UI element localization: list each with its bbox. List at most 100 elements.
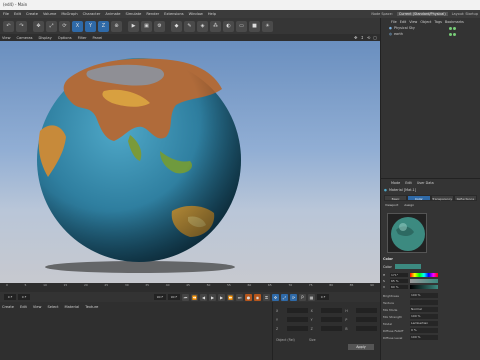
render-picture-viewer-icon[interactable]: ▣: [141, 20, 152, 32]
maximize-view-icon[interactable]: ▢: [373, 35, 377, 40]
position-key-icon[interactable]: ✥: [272, 293, 279, 301]
deformer-icon[interactable]: ◐: [223, 20, 234, 32]
diffuse-falloff-field[interactable]: 0 %: [410, 328, 438, 333]
rotate-view-icon[interactable]: ⟲: [367, 35, 370, 40]
scale-tool-icon[interactable]: ⤢: [46, 20, 57, 32]
am-menu-edit[interactable]: Edit: [405, 181, 412, 185]
value-slider[interactable]: [410, 285, 438, 289]
value-field[interactable]: 60 %: [390, 285, 408, 289]
menu-mograph[interactable]: MoGraph: [61, 10, 77, 18]
subdivision-icon[interactable]: ◈: [197, 20, 208, 32]
rotation-key-icon[interactable]: ⟳: [290, 293, 297, 301]
autokey-icon[interactable]: ◉: [254, 293, 261, 301]
move-view-icon[interactable]: ✥: [354, 35, 357, 40]
saturation-field[interactable]: 65 %: [390, 279, 408, 283]
mm-menu-edit[interactable]: Edit: [20, 305, 27, 309]
current-frame-field[interactable]: 0 F: [18, 294, 30, 300]
diffuse-level-field[interactable]: 100 %: [410, 335, 438, 340]
rotation-p-field[interactable]: [355, 317, 377, 322]
param-key-icon[interactable]: P: [299, 293, 306, 301]
axis-x-icon[interactable]: X: [72, 20, 83, 32]
mix-mode-dropdown[interactable]: Normal: [410, 307, 438, 312]
menu-animate[interactable]: Animate: [105, 10, 120, 18]
preview-end-field[interactable]: 90 F: [168, 294, 180, 300]
hue-slider[interactable]: [410, 273, 438, 277]
apply-button[interactable]: Apply: [348, 344, 374, 350]
rotate-tool-icon[interactable]: ⟳: [59, 20, 70, 32]
camera-icon[interactable]: ■: [249, 20, 260, 32]
scale-key-icon[interactable]: ⤢: [281, 293, 288, 301]
menu-window[interactable]: Window: [189, 10, 203, 18]
floor-icon[interactable]: ▭: [236, 20, 247, 32]
timeline-ruler[interactable]: 0 5 10 15 20 25 30 35 40 45 50 55 60 65 …: [0, 283, 380, 288]
coord-mode-dropdown[interactable]: Object (Rel): [276, 338, 306, 342]
pla-key-icon[interactable]: ▦: [308, 293, 315, 301]
3d-viewport[interactable]: [0, 41, 380, 283]
go-to-end-icon[interactable]: ⏭: [236, 293, 243, 301]
node-space-dropdown[interactable]: Current (Standard/Physical): [396, 12, 448, 16]
am-menu-userdata[interactable]: User Data: [417, 181, 434, 185]
start-frame-field[interactable]: 0 F: [4, 294, 16, 300]
go-to-start-icon[interactable]: ⏮: [182, 293, 189, 301]
model-dropdown[interactable]: Lambertian: [410, 321, 438, 326]
mm-menu-create[interactable]: Create: [2, 305, 14, 309]
tab-basic[interactable]: Basic: [384, 195, 408, 201]
position-y-field[interactable]: [286, 317, 308, 322]
pen-icon[interactable]: ✎: [184, 20, 195, 32]
keyframe-selection-icon[interactable]: ⚿: [263, 293, 270, 301]
menu-help[interactable]: Help: [208, 10, 216, 18]
viewport-menu-panel[interactable]: Panel: [93, 36, 103, 40]
om-menu-file[interactable]: File: [391, 20, 397, 24]
render-view-icon[interactable]: ▶: [128, 20, 139, 32]
subtab-assign[interactable]: Assign: [404, 203, 414, 207]
rotation-b-field[interactable]: [355, 326, 377, 331]
object-row-earth[interactable]: ◍ earth: [381, 31, 480, 37]
prev-key-icon[interactable]: ⏪: [191, 293, 198, 301]
position-x-field[interactable]: [286, 308, 308, 313]
am-menu-mode[interactable]: Mode: [391, 181, 400, 185]
array-icon[interactable]: ⁂: [210, 20, 221, 32]
menu-character[interactable]: Character: [83, 10, 101, 18]
viewport-menu-view[interactable]: View: [2, 36, 11, 40]
tab-reflectance[interactable]: Reflectance: [453, 195, 477, 201]
next-key-icon[interactable]: ⏩: [227, 293, 234, 301]
visibility-dots-icon[interactable]: [449, 32, 456, 36]
viewport-menu-cameras[interactable]: Cameras: [17, 36, 33, 40]
move-tool-icon[interactable]: ✥: [33, 20, 44, 32]
record-icon[interactable]: ●: [245, 293, 252, 301]
cube-icon[interactable]: ◆: [171, 20, 182, 32]
tab-transparency[interactable]: Transparency: [430, 195, 454, 201]
tab-color[interactable]: Color: [407, 195, 431, 201]
viewport-menu-filter[interactable]: Filter: [78, 36, 87, 40]
play-icon[interactable]: ▶: [209, 293, 216, 301]
om-menu-bookmarks[interactable]: Bookmarks: [445, 20, 464, 24]
saturation-slider[interactable]: [410, 279, 438, 283]
undo-icon[interactable]: ↶: [3, 20, 14, 32]
visibility-dots-icon[interactable]: [449, 26, 456, 30]
coordinate-system-icon[interactable]: ⊕: [111, 20, 122, 32]
size-y-field[interactable]: [321, 317, 343, 322]
om-menu-edit[interactable]: Edit: [400, 20, 407, 24]
material-preview[interactable]: [387, 213, 427, 253]
mm-menu-select[interactable]: Select: [47, 305, 58, 309]
zoom-view-icon[interactable]: ↕: [361, 35, 364, 40]
om-menu-object[interactable]: Object: [420, 20, 431, 24]
menu-extensions[interactable]: Extensions: [164, 10, 184, 18]
layout-dropdown[interactable]: Layout: Startup: [452, 12, 478, 16]
size-x-field[interactable]: [321, 308, 343, 313]
subtab-viewport[interactable]: Viewport: [385, 203, 398, 207]
viewport-menu-display[interactable]: Display: [39, 36, 52, 40]
axis-z-icon[interactable]: Z: [98, 20, 109, 32]
rotation-h-field[interactable]: [355, 308, 377, 313]
hue-field[interactable]: 171°: [390, 273, 408, 277]
om-menu-tags[interactable]: Tags: [434, 20, 442, 24]
prev-frame-icon[interactable]: ◀: [200, 293, 207, 301]
menu-edit[interactable]: Edit: [14, 10, 21, 18]
coord-size-dropdown[interactable]: Size: [309, 338, 329, 342]
position-z-field[interactable]: [286, 326, 308, 331]
next-frame-icon[interactable]: ▶: [218, 293, 225, 301]
render-settings-icon[interactable]: ⚙: [154, 20, 165, 32]
mm-menu-material[interactable]: Material: [65, 305, 80, 309]
axis-y-icon[interactable]: Y: [85, 20, 96, 32]
menu-simulate[interactable]: Simulate: [125, 10, 141, 18]
